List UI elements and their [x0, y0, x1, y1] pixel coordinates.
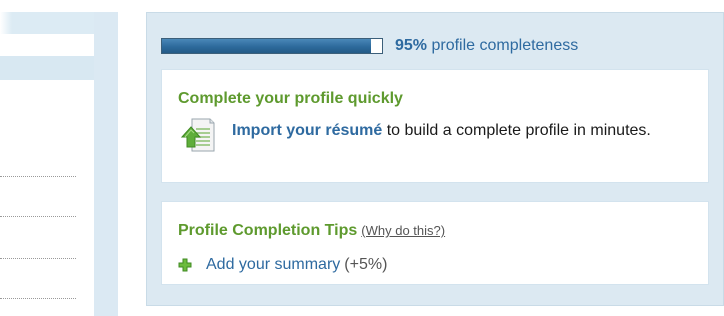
page: 95% profile completeness Complete your p… [0, 0, 724, 316]
left-column-border [94, 12, 118, 316]
import-resume-card: Complete your profile quickly Import you… [161, 69, 709, 183]
progress-bar-fill [162, 39, 371, 53]
profile-progress: 95% profile completeness [161, 37, 578, 55]
profile-completeness-panel: 95% profile completeness Complete your p… [146, 12, 724, 306]
progress-bar [161, 38, 383, 54]
tip-item[interactable]: Add your summary (+5%) [178, 256, 387, 274]
left-section-band [0, 56, 94, 80]
import-card-title: Complete your profile quickly [178, 90, 403, 107]
why-do-this-link[interactable]: (Why do this?) [361, 223, 445, 238]
left-row-divider [0, 176, 76, 177]
left-row-divider [0, 258, 76, 259]
tips-card-title-row: Profile Completion Tips (Why do this?) [178, 222, 445, 240]
left-row-divider [0, 298, 76, 299]
left-header-bar [0, 12, 94, 34]
left-column [0, 0, 94, 316]
add-summary-link[interactable]: Add your summary [206, 256, 340, 274]
import-document-icon [180, 118, 215, 152]
progress-label: 95% profile completeness [395, 37, 578, 55]
import-resume-description: to build a complete profile in minutes. [382, 122, 651, 139]
profile-tips-card: Profile Completion Tips (Why do this?) Ad… [161, 201, 709, 285]
plus-icon [178, 258, 192, 272]
add-summary-percent: (+5%) [344, 256, 388, 273]
tips-card-title: Profile Completion Tips [178, 222, 358, 239]
import-resume-link[interactable]: Import your résumé [232, 122, 382, 139]
import-resume-text: Import your résumé to build a complete p… [232, 120, 692, 141]
progress-caption: profile completeness [431, 37, 579, 54]
progress-percent: 95% [395, 37, 428, 54]
left-row-divider [0, 216, 76, 217]
